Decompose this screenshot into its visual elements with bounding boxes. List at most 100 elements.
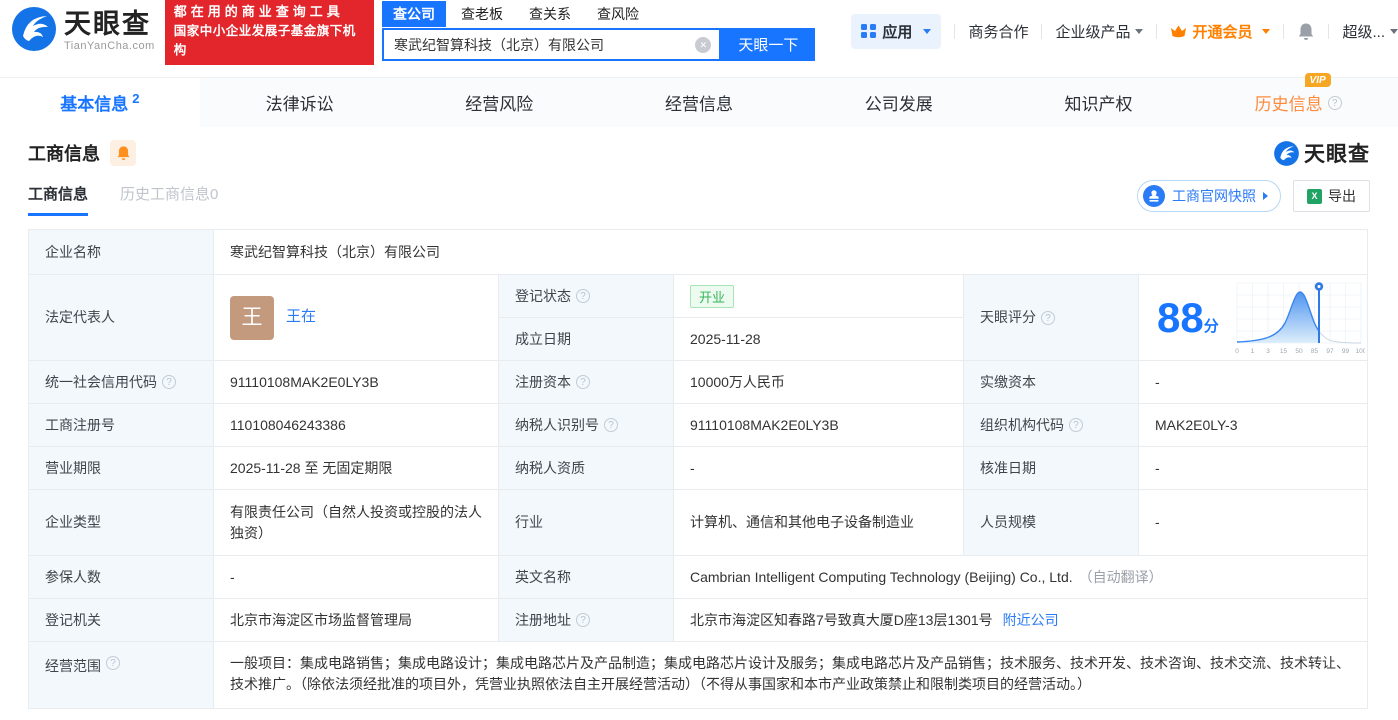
svg-text:85: 85	[1311, 348, 1319, 355]
brand-name: 天眼查	[64, 8, 151, 39]
search-tab-boss[interactable]: 查老板	[450, 1, 514, 27]
svg-text:1: 1	[1250, 348, 1254, 355]
svg-text:99: 99	[1342, 348, 1350, 355]
apps-menu[interactable]: 应用	[851, 13, 942, 49]
approval-date-value: -	[1155, 459, 1160, 476]
nav-enterprise-product[interactable]: 企业级产品	[1055, 21, 1144, 42]
legal-rep-link[interactable]: 王在	[286, 306, 316, 329]
nav-super-vip[interactable]: 超级...	[1342, 21, 1398, 42]
reg-capital-value: 10000万人民币	[674, 361, 964, 403]
notification-bell-icon[interactable]	[1297, 22, 1315, 41]
search-tab-risk[interactable]: 查风险	[586, 1, 650, 27]
tianyancha-logo-icon	[10, 5, 58, 58]
help-icon[interactable]	[576, 375, 590, 389]
tab-operation-risk[interactable]: 经营风险	[399, 78, 599, 127]
tab-history-info[interactable]: 历史信息 VIP	[1198, 73, 1398, 127]
search-tab-relation[interactable]: 查关系	[518, 1, 582, 27]
staff-size-label: 人员规模	[964, 490, 1139, 555]
search-block: 查公司 查老板 查关系 查风险 天眼一下	[382, 1, 816, 61]
help-icon[interactable]	[1041, 310, 1055, 325]
divider	[1283, 23, 1285, 39]
reg-number-label: 工商注册号	[29, 404, 214, 446]
tianyancha-logo[interactable]: 天眼查 TianYanCha.com	[10, 5, 155, 58]
subtab-history-business-info[interactable]: 历史工商信息0	[120, 183, 218, 216]
tianyancha-watermark-icon	[1274, 140, 1299, 166]
divider	[1041, 23, 1043, 39]
legal-rep-avatar[interactable]: 王	[230, 295, 274, 340]
search-tabs: 查公司 查老板 查关系 查风险	[382, 1, 815, 27]
business-term-label: 营业期限	[29, 447, 214, 489]
company-type-value: 有限责任公司（自然人投资或控股的法人独资）	[214, 490, 499, 555]
tab-company-development[interactable]: 公司发展	[799, 78, 999, 127]
brand-domain: TianYanCha.com	[64, 39, 155, 52]
help-icon[interactable]	[576, 613, 590, 627]
section-title: 工商信息	[28, 144, 100, 164]
brand-slogan-banner: 都在用的商业查询工具 国家中小企业发展子基金旗下机构	[164, 0, 374, 66]
industry-value: 计算机、通信和其他电子设备制造业	[674, 490, 964, 555]
help-icon[interactable]	[576, 289, 590, 303]
svg-text:100: 100	[1355, 348, 1364, 355]
insured-count-value: -	[214, 556, 499, 598]
established-value: 2025-11-28	[690, 331, 761, 347]
tab-badge-count: 2	[132, 91, 140, 106]
divider	[1328, 23, 1330, 39]
vip-crown-icon	[1171, 25, 1187, 37]
top-header: 天眼查 TianYanCha.com 都在用的商业查询工具 国家中小企业发展子基…	[0, 0, 1398, 66]
help-icon[interactable]	[162, 375, 176, 389]
nav-open-vip[interactable]: 开通会员	[1170, 21, 1271, 42]
nearby-companies-link[interactable]: 附近公司	[1003, 610, 1059, 631]
chevron-down-icon	[1390, 28, 1398, 34]
svg-text:97: 97	[1326, 348, 1334, 355]
excel-icon	[1307, 188, 1322, 204]
help-icon[interactable]	[1069, 418, 1083, 432]
subscribe-bell-icon[interactable]	[110, 140, 136, 166]
business-scope-label: 经营范围	[29, 642, 214, 708]
reg-capital-label: 注册资本	[499, 361, 674, 403]
official-snapshot-button[interactable]: 工商官网快照	[1137, 180, 1281, 212]
main-content: 工商信息 天眼查 工商信息 历史工商信息0 工商官网快照 X 导出 企业名称 寒…	[0, 138, 1398, 709]
watermark-logo: 天眼查	[1273, 138, 1370, 168]
score-distribution-chart: 0 1 3 15 50 85 97 99 100	[1235, 281, 1365, 355]
table-row: 工商注册号 110108046243386 纳税人识别号 91110108MAK…	[29, 404, 1367, 447]
search-button[interactable]: 天眼一下	[721, 28, 816, 61]
score-axis-ticks: 0 1 3 15 50 85 97 99 100	[1235, 348, 1365, 355]
chevron-down-icon	[923, 28, 932, 34]
company-type-label: 企业类型	[29, 490, 214, 555]
stamp-icon	[1143, 185, 1165, 207]
score-label: 天眼评分	[964, 275, 1139, 360]
table-row: 企业类型 有限责任公司（自然人投资或控股的法人独资） 行业 计算机、通信和其他电…	[29, 490, 1367, 556]
help-icon[interactable]	[604, 418, 618, 432]
subtab-business-info[interactable]: 工商信息	[28, 183, 89, 216]
svg-text:50: 50	[1295, 348, 1303, 355]
slogan-line1: 都在用的商业查询工具	[173, 3, 344, 19]
help-icon[interactable]	[1327, 95, 1342, 110]
legal-rep-cell: 王 王在	[214, 275, 499, 360]
table-row: 经营范围 一般项目：集成电路销售；集成电路设计；集成电路芯片及产品制造；集成电路…	[29, 642, 1367, 709]
approval-date-label: 核准日期	[964, 447, 1139, 489]
tab-intellectual-property[interactable]: 知识产权	[999, 78, 1199, 127]
svg-text:0: 0	[1235, 348, 1239, 355]
help-icon[interactable]	[106, 656, 120, 670]
search-tab-company[interactable]: 查公司	[382, 1, 446, 27]
tab-basic-info[interactable]: 基本信息 2	[0, 78, 200, 127]
vip-badge: VIP	[1304, 73, 1331, 87]
tab-legal-lawsuit[interactable]: 法律诉讼	[200, 78, 400, 127]
score-unit: 分	[1203, 318, 1219, 335]
svg-text:3: 3	[1266, 348, 1270, 355]
english-name-label: 英文名称	[499, 556, 674, 598]
apps-label: 应用	[882, 23, 913, 41]
reg-authority-label: 登记机关	[29, 599, 214, 641]
table-row: 企业名称 寒武纪智算科技（北京）有限公司	[29, 230, 1367, 275]
reg-status-label: 登记状态	[499, 275, 673, 318]
industry-label: 行业	[499, 490, 674, 555]
search-input[interactable]	[384, 30, 720, 59]
business-info-subtabs: 工商信息 历史工商信息0	[28, 183, 218, 216]
reg-address-value: 北京市海淀区知春路7号致真大厦D座13层1301号 附近公司	[674, 599, 1367, 641]
nav-biz-cooperation[interactable]: 商务合作	[968, 21, 1028, 42]
company-name-label: 企业名称	[29, 230, 214, 274]
staff-size-value: -	[1155, 514, 1160, 530]
score-value: 88	[1157, 293, 1204, 341]
clear-search-icon[interactable]	[695, 36, 712, 53]
export-button[interactable]: 导出	[1293, 180, 1370, 212]
tab-operation-info[interactable]: 经营信息	[599, 78, 799, 127]
